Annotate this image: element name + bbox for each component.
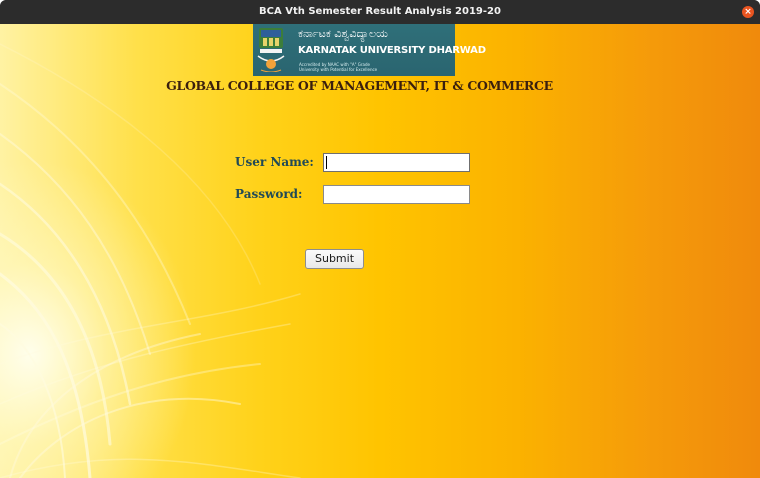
university-name-english: KARNATAK UNIVERSITY DHARWAD (298, 45, 486, 56)
password-label: Password: (235, 187, 303, 201)
username-label: User Name: (235, 155, 314, 169)
title-bar: BCA Vth Semester Result Analysis 2019-20… (0, 0, 760, 24)
username-input[interactable] (323, 153, 470, 172)
university-name-kannada: ಕರ್ನಾಟಕ ವಿಶ್ವವಿದ್ಯಾಲಯ (298, 27, 388, 40)
accreditation-line-2: University with Potential for Excellence (299, 67, 378, 72)
university-logo-banner: ಕರ್ನಾಟಕ ವಿಶ್ವವಿದ್ಯಾಲಯ KARNATAK UNIVERSIT… (253, 24, 486, 76)
password-input[interactable] (323, 185, 470, 204)
text-caret (326, 156, 327, 169)
close-icon: × (744, 7, 752, 17)
login-panel: ಕರ್ನಾಟಕ ವಿಶ್ವವಿದ್ಯಾಲಯ KARNATAK UNIVERSIT… (0, 24, 760, 478)
window-title: BCA Vth Semester Result Analysis 2019-20 (259, 6, 501, 17)
close-button[interactable]: × (742, 6, 754, 18)
college-title: GLOBAL COLLEGE OF MANAGEMENT, IT & COMME… (166, 78, 553, 93)
accreditation-text: Accredited by NAAC with "A" Grade Univer… (299, 62, 377, 72)
app-window: BCA Vth Semester Result Analysis 2019-20… (0, 0, 760, 478)
university-emblem-icon (257, 28, 285, 72)
submit-button[interactable]: Submit (305, 249, 364, 269)
